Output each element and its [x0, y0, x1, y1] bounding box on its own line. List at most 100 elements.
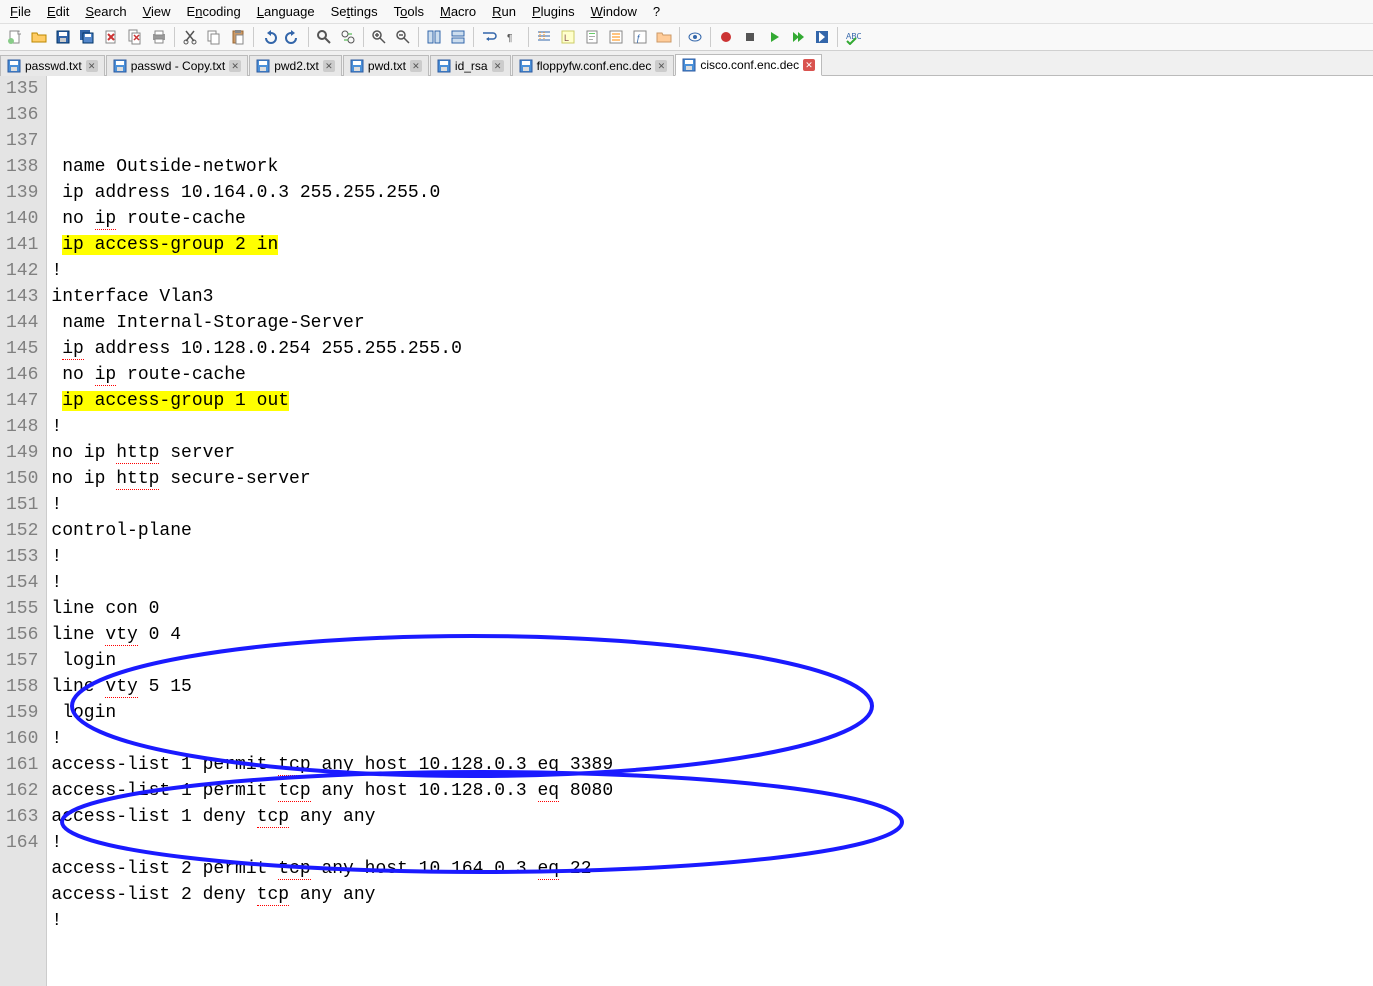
code-line[interactable]: !	[51, 414, 613, 440]
code-line[interactable]: access-list 2 permit tcp any host 10.164…	[51, 856, 613, 882]
new-icon[interactable]	[4, 26, 26, 48]
spellcheck-icon[interactable]: ABC	[842, 26, 864, 48]
func-list-icon[interactable]: ƒ	[629, 26, 651, 48]
code-line[interactable]: !	[51, 544, 613, 570]
menu-window[interactable]: Window	[585, 2, 643, 21]
code-line[interactable]: ip access-group 1 out	[51, 388, 613, 414]
wrap-icon[interactable]	[478, 26, 500, 48]
tab-close-icon[interactable]: ✕	[803, 59, 815, 71]
menubar: FileEditSearch ViewEncodingLanguageSettin…	[0, 0, 1373, 24]
code-line[interactable]: !	[51, 492, 613, 518]
svg-text:L: L	[564, 33, 569, 43]
tab-label: floppyfw.conf.enc.dec	[537, 59, 652, 73]
play-icon[interactable]	[763, 26, 785, 48]
copy-icon[interactable]	[203, 26, 225, 48]
cut-icon[interactable]	[179, 26, 201, 48]
close-icon[interactable]	[100, 26, 122, 48]
code-line[interactable]: no ip http secure-server	[51, 466, 613, 492]
line-number: 135	[6, 76, 38, 102]
menu-?[interactable]: ?	[647, 2, 666, 21]
monitor-icon[interactable]	[684, 26, 706, 48]
close-all-icon[interactable]	[124, 26, 146, 48]
tab-close-icon[interactable]: ✕	[410, 60, 422, 72]
code-line[interactable]: !	[51, 258, 613, 284]
code-line[interactable]: line con 0	[51, 596, 613, 622]
menu-view[interactable]: View	[137, 2, 177, 21]
tab-id-rsa[interactable]: id_rsa✕	[430, 55, 511, 76]
tab-close-icon[interactable]: ✕	[229, 60, 241, 72]
stop-icon[interactable]	[739, 26, 761, 48]
tab-passwd---copy-txt[interactable]: passwd - Copy.txt✕	[106, 55, 248, 76]
save-all-icon[interactable]	[76, 26, 98, 48]
code-line[interactable]: interface Vlan3	[51, 284, 613, 310]
tab-pwd-txt[interactable]: pwd.txt✕	[343, 55, 429, 76]
zoom-out-icon[interactable]	[392, 26, 414, 48]
code-line[interactable]: !	[51, 570, 613, 596]
code-line[interactable]: !	[51, 726, 613, 752]
save-icon[interactable]	[52, 26, 74, 48]
sync-v-icon[interactable]	[423, 26, 445, 48]
menu-search[interactable]: Search	[79, 2, 132, 21]
tab-label: pwd2.txt	[274, 59, 319, 73]
code-line[interactable]: control-plane	[51, 518, 613, 544]
line-number: 155	[6, 596, 38, 622]
code-line[interactable]: access-list 1 permit tcp any host 10.128…	[51, 752, 613, 778]
undo-icon[interactable]	[258, 26, 280, 48]
menu-macro[interactable]: Macro	[434, 2, 482, 21]
paste-icon[interactable]	[227, 26, 249, 48]
tab-close-icon[interactable]: ✕	[86, 60, 98, 72]
tab-passwd-txt[interactable]: passwd.txt✕	[0, 55, 105, 76]
find-icon[interactable]	[313, 26, 335, 48]
menu-language[interactable]: Language	[251, 2, 321, 21]
menu-plugins[interactable]: Plugins	[526, 2, 581, 21]
code-line[interactable]: line vty 5 15	[51, 674, 613, 700]
code-line[interactable]: access-list 2 deny tcp any any	[51, 882, 613, 908]
menu-encoding[interactable]: Encoding	[181, 2, 247, 21]
code-line[interactable]: login	[51, 648, 613, 674]
doc-list-icon[interactable]	[605, 26, 627, 48]
redo-icon[interactable]	[282, 26, 304, 48]
open-icon[interactable]	[28, 26, 50, 48]
sync-h-icon[interactable]	[447, 26, 469, 48]
doc-map-icon[interactable]	[581, 26, 603, 48]
code-line[interactable]: no ip route-cache	[51, 206, 613, 232]
code-line[interactable]: !	[51, 830, 613, 856]
code-line[interactable]: no ip http server	[51, 440, 613, 466]
code-line[interactable]: ip address 10.128.0.254 255.255.255.0	[51, 336, 613, 362]
tab-close-icon[interactable]: ✕	[655, 60, 667, 72]
code-content[interactable]: name Outside-network ip address 10.164.0…	[47, 76, 613, 986]
code-line[interactable]: !	[51, 908, 613, 934]
code-line[interactable]: access-list 1 deny tcp any any	[51, 804, 613, 830]
play-multi-icon[interactable]	[787, 26, 809, 48]
line-number: 148	[6, 414, 38, 440]
code-line[interactable]: login	[51, 700, 613, 726]
menu-settings[interactable]: Settings	[325, 2, 384, 21]
userdef-icon[interactable]: L	[557, 26, 579, 48]
code-line[interactable]: ip access-group 2 in	[51, 232, 613, 258]
tab-cisco-conf-enc-dec[interactable]: cisco.conf.enc.dec✕	[675, 54, 822, 76]
menu-tools[interactable]: Tools	[388, 2, 430, 21]
menu-run[interactable]: Run	[486, 2, 522, 21]
folder-icon[interactable]	[653, 26, 675, 48]
tab-close-icon[interactable]: ✕	[492, 60, 504, 72]
tab-close-icon[interactable]: ✕	[323, 60, 335, 72]
line-number: 151	[6, 492, 38, 518]
record-icon[interactable]	[715, 26, 737, 48]
code-line[interactable]: line vty 0 4	[51, 622, 613, 648]
replace-icon[interactable]	[337, 26, 359, 48]
code-line[interactable]: name Outside-network	[51, 154, 613, 180]
menu-edit[interactable]: Edit	[41, 2, 75, 21]
tab-pwd2-txt[interactable]: pwd2.txt ✕	[249, 55, 342, 76]
indent-guide-icon[interactable]	[533, 26, 555, 48]
code-line[interactable]: ip address 10.164.0.3 255.255.255.0	[51, 180, 613, 206]
print-icon[interactable]	[148, 26, 170, 48]
tab-floppyfw-conf-enc-dec[interactable]: floppyfw.conf.enc.dec✕	[512, 55, 675, 76]
show-all-icon[interactable]: ¶	[502, 26, 524, 48]
save-macro-icon[interactable]	[811, 26, 833, 48]
code-line[interactable]: name Internal-Storage-Server	[51, 310, 613, 336]
menu-file[interactable]: File	[4, 2, 37, 21]
code-line[interactable]: no ip route-cache	[51, 362, 613, 388]
code-line[interactable]: access-list 1 permit tcp any host 10.128…	[51, 778, 613, 804]
zoom-in-icon[interactable]	[368, 26, 390, 48]
disk-blue-icon	[437, 59, 451, 73]
